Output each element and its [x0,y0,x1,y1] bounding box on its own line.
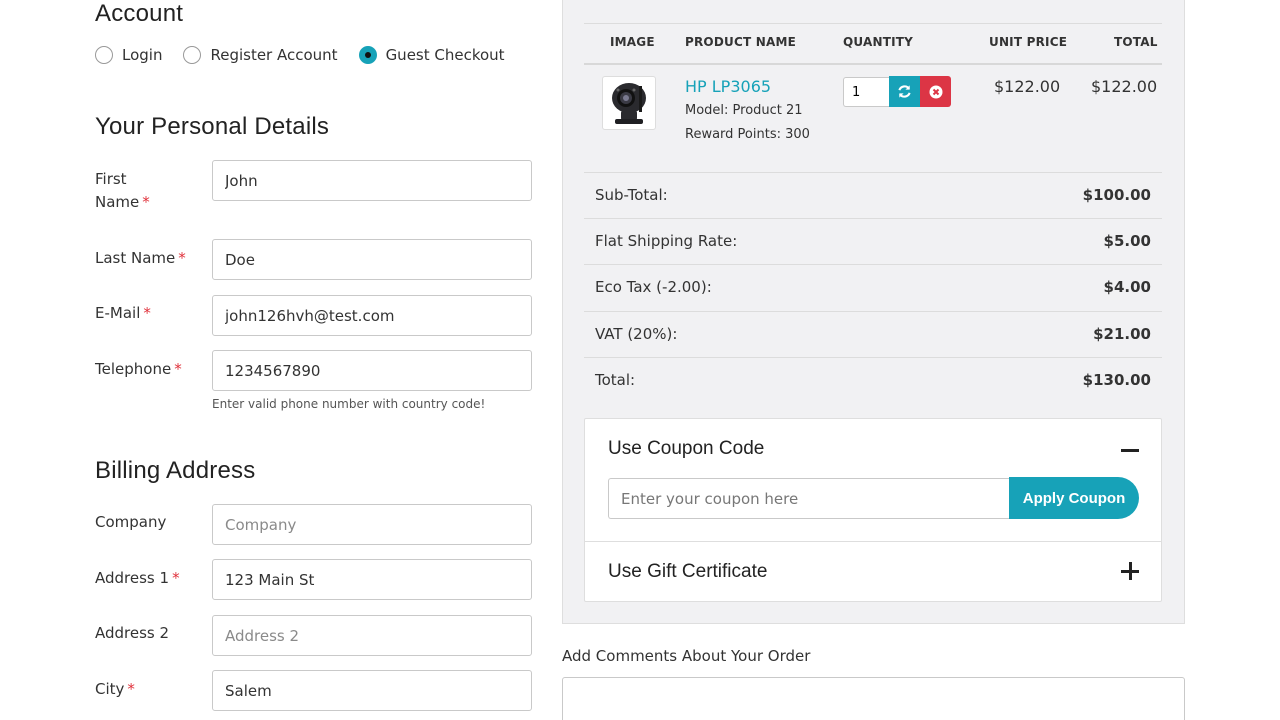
first-name-field[interactable] [212,160,532,201]
email-field[interactable] [212,295,532,336]
guest-checkout-radio[interactable]: Guest Checkout [358,46,505,64]
grand-total-label: Total: [595,371,636,389]
accordion-divider [585,541,1161,542]
apply-coupon-button[interactable]: Apply Coupon [1009,477,1139,519]
header-image: IMAGE [610,35,655,49]
product-total-price: $122.00 [1091,77,1158,96]
subtotal-row: Sub-Total: $100.00 [584,172,1162,218]
quantity-input[interactable] [843,77,889,107]
gift-certificate-title[interactable]: Use Gift Certificate [608,561,767,583]
personal-details-title: Your Personal Details [95,113,330,140]
address1-label: Address 1 * [95,569,180,587]
shipping-label: Flat Shipping Rate: [595,232,738,250]
eco-tax-value: $4.00 [1103,278,1151,296]
city-field[interactable] [212,670,532,711]
register-radio-label: Register Account [210,46,338,64]
eco-tax-label: Eco Tax (-2.00): [595,278,712,296]
order-comments-textarea[interactable] [562,677,1185,720]
shipping-row: Flat Shipping Rate: $5.00 [584,218,1162,264]
product-name-link[interactable]: HP LP3065 [685,77,771,96]
last-name-label: Last Name * [95,249,186,267]
subtotal-value: $100.00 [1082,186,1151,204]
header-quantity: QUANTITY [843,35,914,49]
city-label: City * [95,680,135,698]
guest-checkout-radio-label: Guest Checkout [385,46,505,64]
product-model: Model: Product 21 [685,103,803,118]
collapse-minus-icon[interactable] [1121,449,1139,452]
telephone-label: Telephone * [95,360,182,378]
vat-label: VAT (20%): [595,325,678,343]
address2-field[interactable] [212,615,532,656]
account-title: Account [95,0,184,27]
coupon-section-title[interactable]: Use Coupon Code [608,438,764,460]
vat-value: $21.00 [1093,325,1151,343]
radio-circle-icon [183,46,202,64]
company-field[interactable] [212,504,532,545]
vat-row: VAT (20%): $21.00 [584,311,1162,357]
header-unit-price: UNIT PRICE [989,35,1068,49]
login-radio-label: Login [122,46,163,64]
billing-address-title: Billing Address [95,457,256,484]
refresh-icon [898,85,911,98]
address1-field[interactable] [212,559,532,600]
product-reward-points: Reward Points: 300 [685,127,810,142]
grand-total-value: $130.00 [1082,371,1151,389]
coupon-gift-accordion: Use Coupon Code Apply Coupon Use Gift Ce… [584,418,1162,602]
radio-circle-icon [95,46,113,64]
company-label: Company [95,513,167,531]
last-name-field[interactable] [212,239,532,280]
header-total: TOTAL [1114,35,1158,49]
grand-total-row: Total: $130.00 [584,357,1162,403]
product-thumbnail[interactable] [602,76,656,130]
update-quantity-button[interactable] [889,76,920,107]
shipping-value: $5.00 [1103,232,1151,250]
address2-label: Address 2 [95,624,170,642]
eco-tax-row: Eco Tax (-2.00): $4.00 [584,264,1162,310]
radio-selected-icon [358,46,377,64]
product-unit-price: $122.00 [994,77,1061,96]
header-product-name: PRODUCT NAME [685,35,796,49]
comments-label: Add Comments About Your Order [562,647,811,665]
email-label: E-Mail * [95,304,151,322]
camera-icon [612,83,646,124]
telephone-help-text: Enter valid phone number with country co… [212,397,486,411]
register-radio[interactable]: Register Account [183,46,338,64]
telephone-field[interactable] [212,350,532,391]
expand-plus-icon[interactable] [1121,562,1139,580]
remove-item-button[interactable] [920,76,951,107]
first-name-label: First Name * [95,170,150,211]
account-options: Login Register Account Guest Checkout [95,46,526,64]
subtotal-label: Sub-Total: [595,186,668,204]
login-radio[interactable]: Login [95,46,162,64]
coupon-code-input[interactable] [608,478,1010,519]
close-circle-icon [929,85,942,98]
